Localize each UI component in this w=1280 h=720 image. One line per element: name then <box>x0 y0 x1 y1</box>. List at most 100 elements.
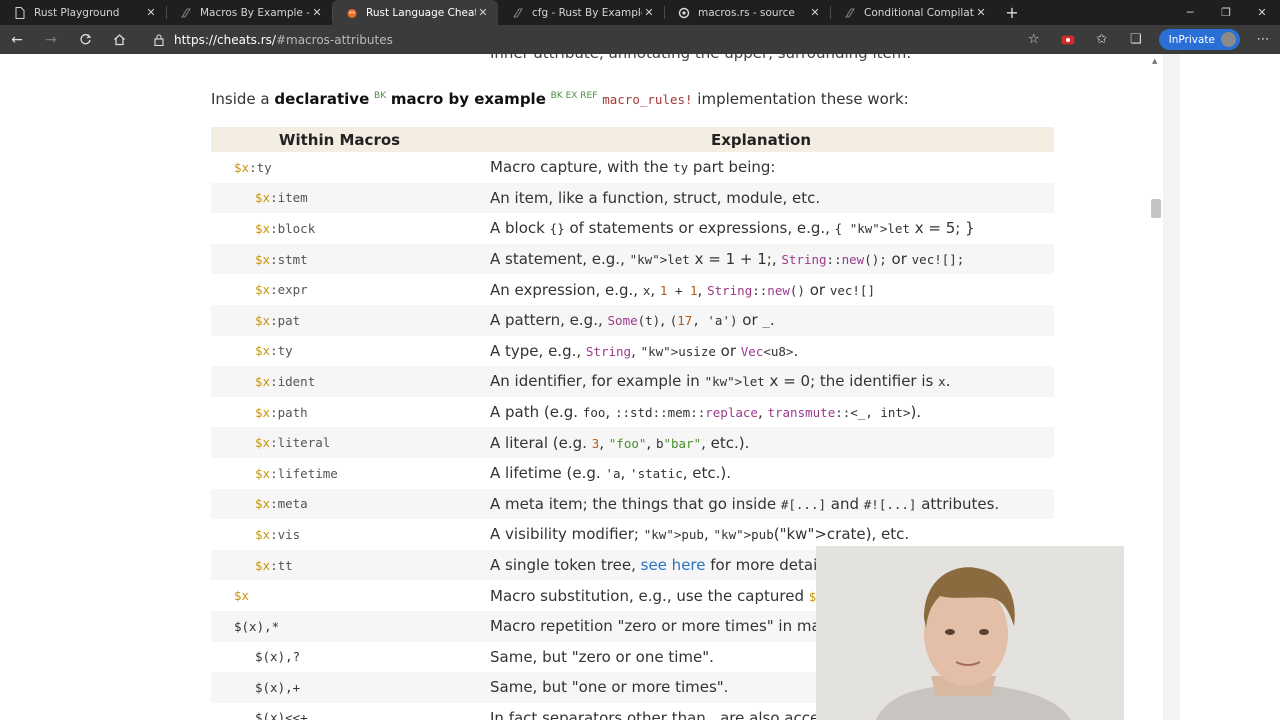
url-text: https://cheats.rs/#macros-attributes <box>174 33 393 47</box>
header-explanation: Explanation <box>710 130 812 149</box>
avatar <box>1221 32 1236 47</box>
scrollbar-thumb[interactable] <box>1151 199 1161 218</box>
intro-declarative: declarative <box>274 90 370 108</box>
new-tab-plus-icon[interactable]: + <box>996 0 1028 25</box>
intro-prefix: Inside a <box>211 90 275 108</box>
row-pattern: $x:literal <box>255 435 331 451</box>
browser-toolbar: ← → https://cheats.rs/#macros-attributes… <box>0 25 1280 54</box>
row-pattern: $(x)<<+ <box>255 710 308 720</box>
intro-macro-rules: macro_rules! <box>602 92 693 107</box>
row-explanation: A type, e.g., String, "kw">usize or Vec<… <box>490 341 799 360</box>
table-row: $x:stmt A statement, e.g., "kw">let x = 1… <box>211 243 1054 275</box>
row-pattern: $(x),+ <box>255 679 301 695</box>
row-pattern: $x:block <box>255 220 316 236</box>
row-explanation: An identifier, for example in "kw">let x… <box>490 372 951 391</box>
window-close-icon[interactable]: ✕ <box>1244 0 1280 25</box>
intro-sup-bk[interactable]: BK <box>374 91 386 101</box>
minimize-icon[interactable]: ─ <box>1172 0 1208 25</box>
close-icon[interactable]: ✕ <box>144 6 158 19</box>
row-explanation: A path (e.g. foo, ::std::mem::replace, t… <box>490 403 922 422</box>
row-pattern: $x:ty <box>255 343 293 359</box>
tab-strip: Rust Playground ✕ Macros By Example - Th… <box>0 0 1280 25</box>
table-row: $x:literal A literal (e.g. 3, "foo", b"ba… <box>211 427 1054 458</box>
restore-icon[interactable]: ❐ <box>1208 0 1244 25</box>
row-pattern: $x:expr <box>255 282 308 298</box>
tab-macros-rs-source[interactable]: macros.rs - source ✕ <box>664 0 830 25</box>
row-explanation: An expression, e.g., x, 1 + 1, String::n… <box>490 280 875 299</box>
tab-rust-cheat-sheet[interactable]: Rust Language Cheat Sheet ✕ <box>332 0 498 25</box>
table-row: $x:lifetime A lifetime (e.g. 'a, 'static,… <box>211 458 1054 489</box>
tab-conditional-compilation[interactable]: Conditional Compilation - T ✕ <box>830 0 996 25</box>
url-host: https://cheats.rs/ <box>174 32 276 47</box>
tab-title: Conditional Compilation - T <box>864 6 974 19</box>
row-pattern: $x:pat <box>255 312 301 328</box>
row-pattern: $x:vis <box>255 526 301 542</box>
table-row: $x:meta A meta item; the things that go i… <box>211 488 1054 520</box>
close-icon[interactable]: ✕ <box>974 6 988 19</box>
row-pattern: $x:ty <box>234 159 272 175</box>
intro-sup-links[interactable]: BK EX REF <box>551 91 598 101</box>
toolbar-right: ☆ ✩ ❏ InPrivate ⋯ <box>1017 25 1280 54</box>
close-icon[interactable]: ✕ <box>476 6 490 19</box>
add-favorite-icon[interactable]: ☆ <box>1017 25 1051 54</box>
tab-cfg-rust-by-example[interactable]: cfg - Rust By Example ✕ <box>498 0 664 25</box>
inprivate-label: InPrivate <box>1168 33 1215 46</box>
scrollbar-track[interactable] <box>1163 54 1180 720</box>
table-row: $x:ident An identifier, for example in "k… <box>211 366 1054 397</box>
row-explanation: A statement, e.g., "kw">let x = 1 + 1;, … <box>490 250 965 269</box>
collections-icon[interactable]: ❏ <box>1119 25 1153 54</box>
intro-sentence: Inside a declarative BK macro by example… <box>211 90 909 108</box>
home-icon[interactable] <box>102 25 136 54</box>
tab-title: cfg - Rust By Example <box>532 6 642 19</box>
scroll-up-arrow-icon[interactable]: ▲ <box>1152 57 1157 65</box>
row-pattern: $(x),* <box>234 618 280 634</box>
extension-icon[interactable] <box>1051 25 1085 54</box>
row-pattern: $x:tt <box>255 557 293 573</box>
presenter-figure <box>816 546 1124 720</box>
table-header: Within Macros Explanation <box>211 127 1054 152</box>
url-path: #macros-attributes <box>275 32 393 47</box>
header-within-macros: Within Macros <box>278 130 401 149</box>
rust-gear-icon <box>678 7 690 19</box>
forward-arrow-icon[interactable]: → <box>34 25 68 54</box>
book-icon <box>512 7 524 19</box>
book-icon <box>180 7 192 19</box>
table-row: $x:expr An expression, e.g., x, 1 + 1, St… <box>211 274 1054 305</box>
row-pattern: $x:stmt <box>255 251 308 267</box>
row-pattern: $x <box>234 588 250 604</box>
table-row: $x:ty Macro capture, with the ty part bei… <box>211 152 1054 183</box>
lock-icon[interactable] <box>144 33 174 46</box>
tab-rust-playground[interactable]: Rust Playground ✕ <box>0 0 166 25</box>
book-icon <box>844 7 856 19</box>
see-here-link[interactable]: see here <box>641 556 706 574</box>
webcam-overlay <box>816 546 1124 720</box>
document-icon <box>14 6 26 19</box>
row-explanation: An item, like a function, struct, module… <box>490 188 821 207</box>
table-row: $x:block A block {} of statements or expr… <box>211 213 1054 244</box>
close-icon[interactable]: ✕ <box>310 6 324 19</box>
row-pattern: $(x),? <box>255 649 301 665</box>
address-bar[interactable]: https://cheats.rs/#macros-attributes <box>144 27 960 52</box>
right-blank-area <box>1180 54 1280 720</box>
close-icon[interactable]: ✕ <box>808 6 822 19</box>
row-pattern: $x:ident <box>255 373 316 389</box>
row-pattern: $x:item <box>255 190 308 206</box>
intro-macro-by-example: macro by example <box>390 90 546 108</box>
row-explanation: A pattern, e.g., Some(t), (17, 'a') or _… <box>490 311 775 330</box>
row-pattern: $x:path <box>255 404 308 420</box>
row-explanation: A meta item; the things that go inside #… <box>490 494 1000 513</box>
cut-off-text: Inner attribute, annotating the upper, s… <box>490 54 911 62</box>
table-row: $x:path A path (e.g. foo, ::std::mem::rep… <box>211 397 1054 428</box>
favorites-icon[interactable]: ✩ <box>1085 25 1119 54</box>
refresh-icon[interactable] <box>68 25 102 54</box>
close-icon[interactable]: ✕ <box>642 6 656 19</box>
row-explanation: A block {} of statements or expressions,… <box>490 219 975 238</box>
row-explanation: A literal (e.g. 3, "foo", b"bar", etc.). <box>490 433 750 452</box>
inprivate-badge[interactable]: InPrivate <box>1158 29 1240 50</box>
tab-title: Rust Playground <box>34 6 120 19</box>
more-menu-icon[interactable]: ⋯ <box>1246 25 1280 54</box>
tab-title: macros.rs - source <box>698 6 795 19</box>
tab-macros-by-example[interactable]: Macros By Example - The Ru ✕ <box>166 0 332 25</box>
back-arrow-icon[interactable]: ← <box>0 25 34 54</box>
window-controls: ─ ❐ ✕ <box>1172 0 1280 25</box>
